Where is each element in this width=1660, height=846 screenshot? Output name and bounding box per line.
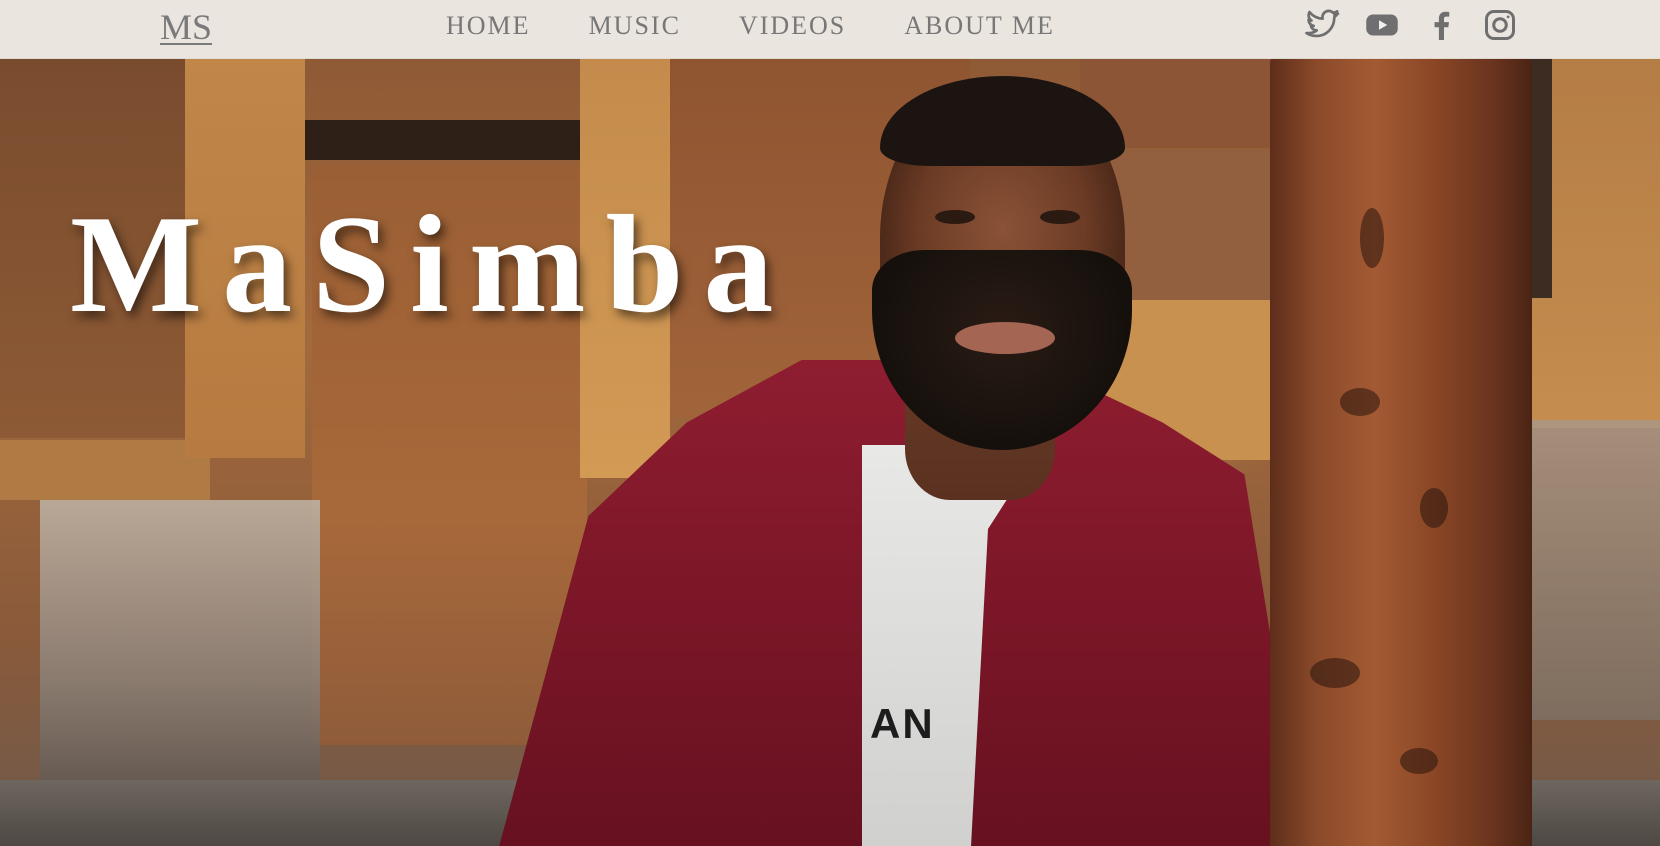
right-eye [1040,210,1080,224]
facebook-icon[interactable] [1423,7,1459,43]
hero-image: AN [0,0,1660,846]
brick-wall-left [40,500,320,800]
twitter-icon[interactable] [1305,7,1341,43]
left-eye [935,210,975,224]
rusty-pole [1270,58,1532,846]
mouth [955,322,1055,354]
rust-spot [1340,388,1380,416]
rust-spot [1400,748,1438,774]
rust-spot [1360,208,1384,268]
hero-title: MaSimba [70,187,794,342]
main-nav: HOME MUSIC VIDEOS ABOUT ME [446,10,1113,42]
wall-ledge [0,440,210,500]
instagram-icon[interactable] [1482,7,1518,43]
brick-wall-right [1530,420,1660,720]
nav-about-me-link[interactable]: ABOUT ME [904,10,1055,42]
rust-spot [1310,658,1360,688]
door-lintel [305,120,580,160]
top-navbar: MS HOME MUSIC VIDEOS ABOUT ME [0,0,1660,59]
rust-spot [1420,488,1448,528]
social-links [1305,7,1518,43]
nav-home-link[interactable]: HOME [446,10,531,42]
nav-music-link[interactable]: MUSIC [589,10,681,42]
nav-videos-link[interactable]: VIDEOS [739,10,846,42]
youtube-icon[interactable] [1364,7,1400,43]
shirt-print: AN [870,700,935,747]
logo-link[interactable]: MS [160,6,212,48]
